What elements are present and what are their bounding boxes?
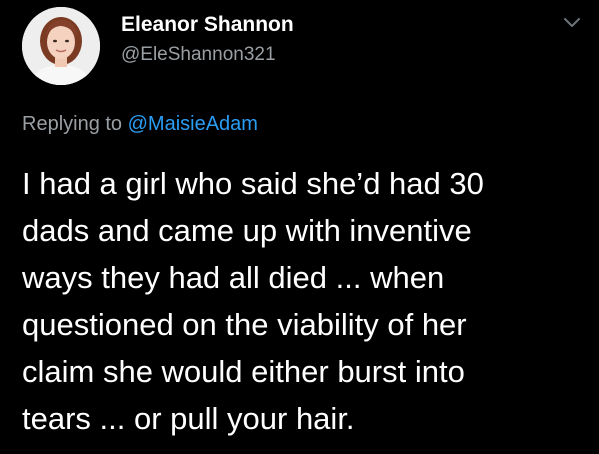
tweet-text-line: I had a girl who said she’d had 30 xyxy=(22,166,484,201)
tweet-text-line: dads and came up with inventive xyxy=(22,213,472,248)
tweet-text-line: tears ... or pull your hair. xyxy=(22,401,355,436)
tweet-text-line: questioned on the viability of her xyxy=(22,307,467,342)
tweet-text-line: claim she would either burst into xyxy=(22,354,465,389)
reply-prefix: Replying to xyxy=(22,113,128,135)
reply-mention-link[interactable]: @MaisieAdam xyxy=(128,113,258,135)
author-handle[interactable]: @EleShannon321 xyxy=(121,44,276,66)
avatar[interactable] xyxy=(22,7,100,85)
tweet-card: Eleanor Shannon @EleShannon321 Replying … xyxy=(0,0,599,454)
tweet-text: I had a girl who said she’d had 30 dads … xyxy=(22,160,582,442)
author-display-name[interactable]: Eleanor Shannon xyxy=(121,13,294,37)
chevron-down-icon[interactable] xyxy=(562,15,582,31)
reply-context: Replying to @MaisieAdam xyxy=(22,113,258,136)
tweet-text-line: ways they had all died ... when xyxy=(22,260,445,295)
